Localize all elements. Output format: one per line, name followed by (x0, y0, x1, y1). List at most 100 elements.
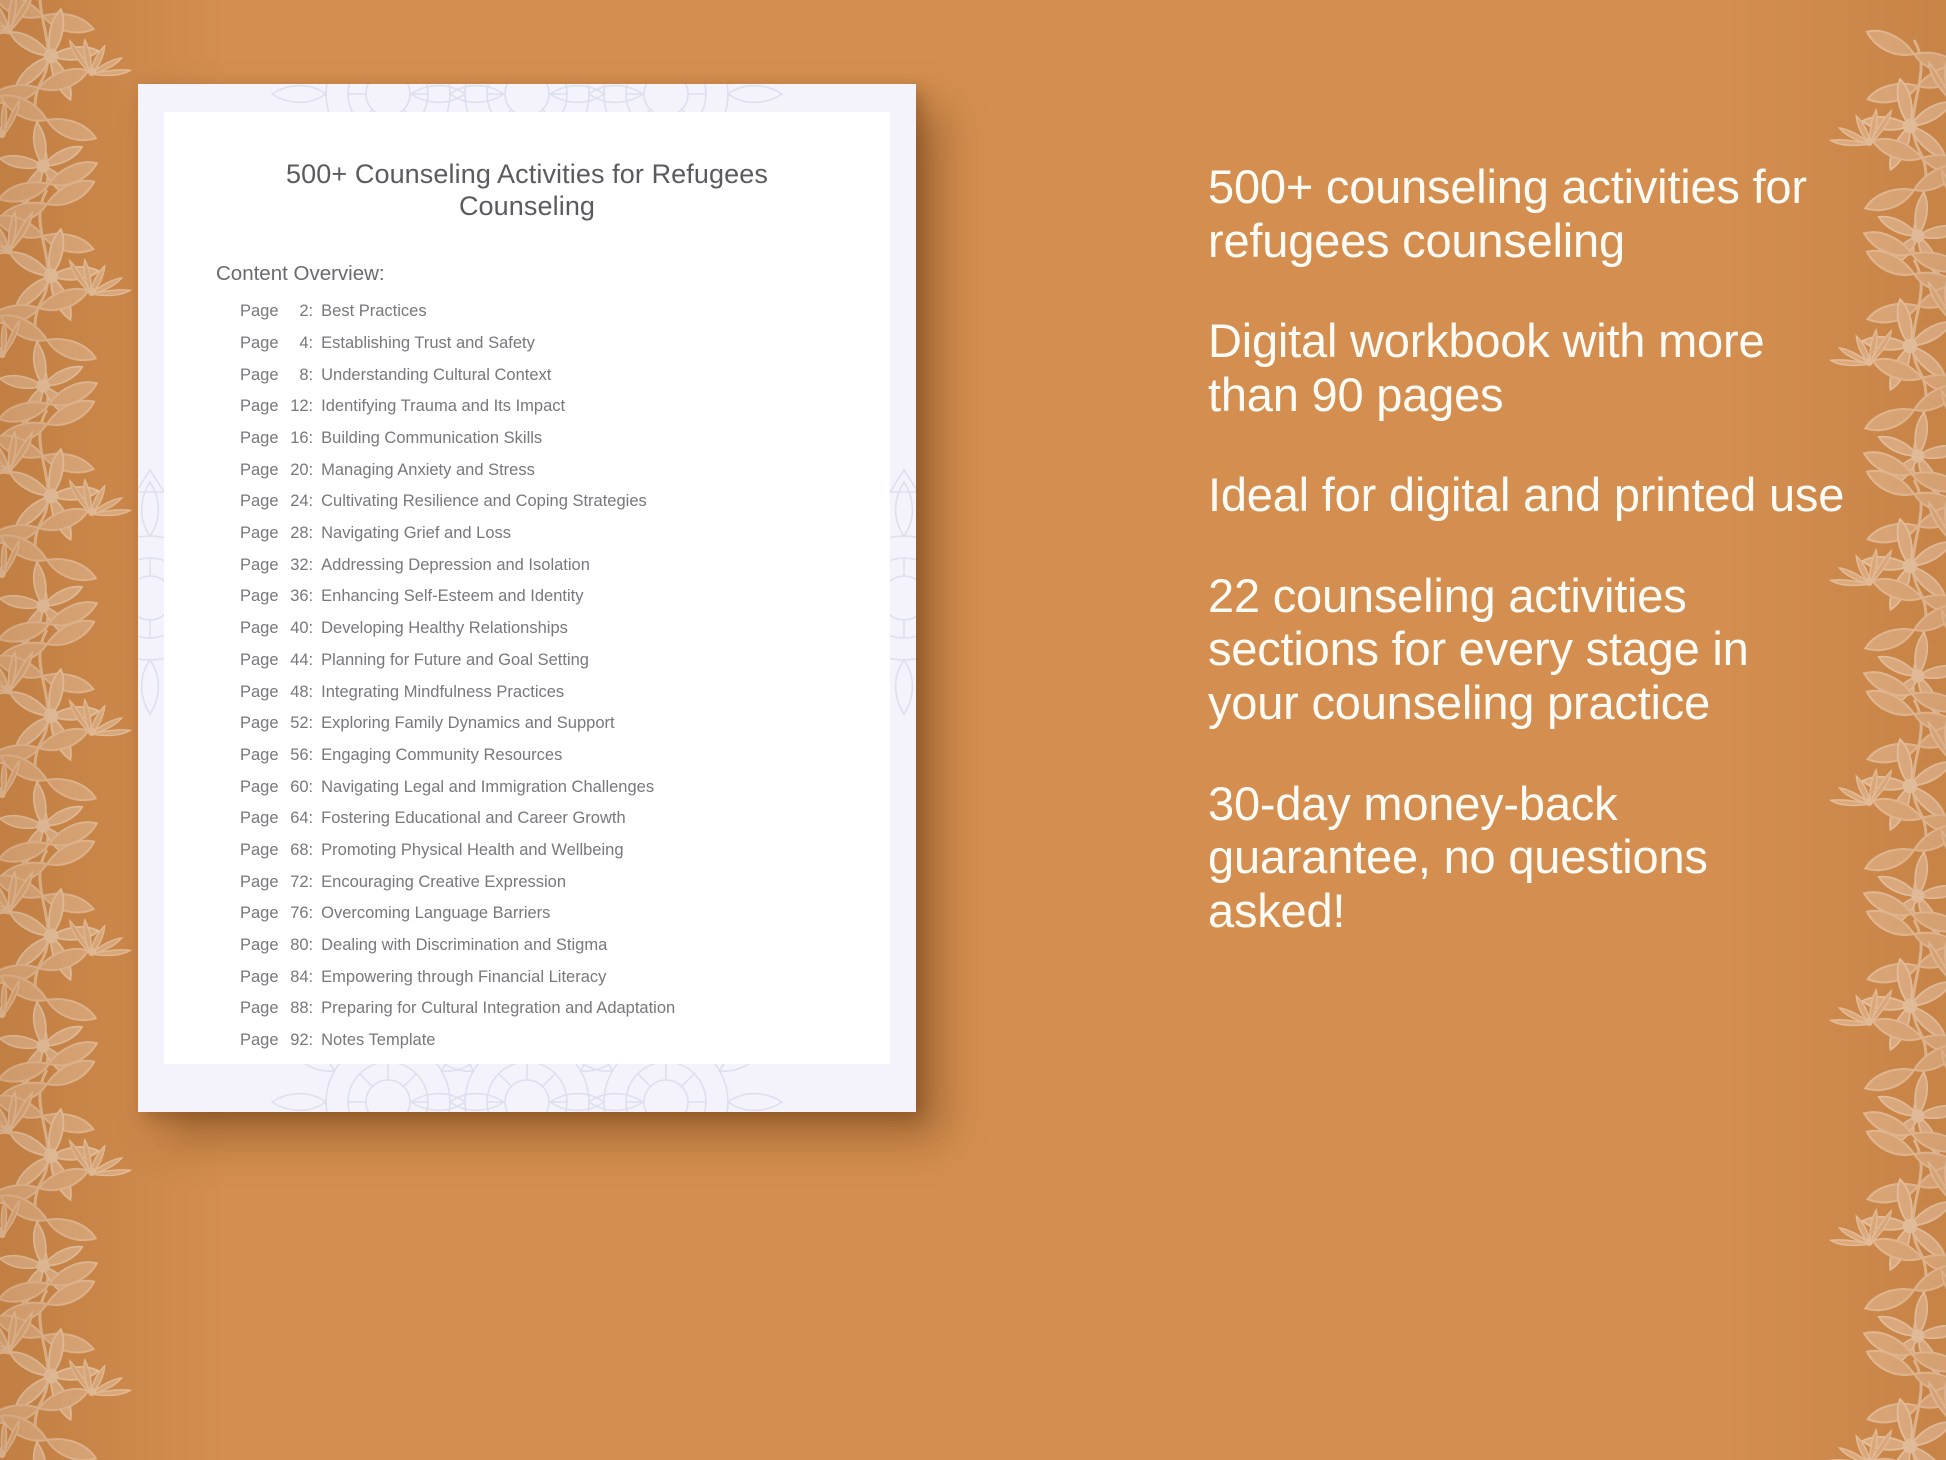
toc-page-number: 4 (299, 333, 309, 352)
toc-colon: : (308, 650, 314, 669)
toc-colon: : (308, 840, 314, 859)
toc-section-title: Enhancing Self-Esteem and Identity (321, 587, 584, 606)
toc-page-label: Page (240, 904, 279, 923)
toc-page-label: Page (240, 587, 279, 606)
toc-page-number: 44 (290, 650, 309, 669)
toc-section-title: Identifying Trauma and Its Impact (321, 397, 566, 416)
toc-row[interactable]: Page 60: Navigating Legal and Immigration … (240, 779, 890, 811)
toc-row[interactable]: Page 24: Cultivating Resilience and Coping… (240, 493, 890, 525)
toc-page-number: 48 (290, 682, 309, 701)
page-title: 500+ Counseling Activities for Refugees … (286, 159, 768, 222)
toc-page-number: 64 (290, 809, 309, 828)
toc-page-label: Page (240, 936, 279, 954)
toc-row[interactable]: Page 56: Engaging Community Resources (240, 747, 890, 779)
toc-colon: : (308, 777, 314, 796)
toc-row[interactable]: Page 84: Empowering through Financial Lite… (240, 969, 890, 1001)
toc-page-label: Page (240, 429, 279, 447)
toc-section-title: Encouraging Creative Expression (321, 872, 567, 891)
toc-section-title: Integrating Mindfulness Practices (321, 682, 565, 701)
toc-section-title: Managing Anxiety and Stress (321, 460, 535, 479)
toc-colon: : (308, 587, 314, 606)
toc-page-label: Page (240, 460, 279, 479)
toc-page-number: 8 (299, 365, 309, 384)
toc-section-title: Best Practices (321, 302, 427, 321)
promo-block: 30-day money-back guarantee, no question… (1208, 776, 1708, 937)
toc-colon: : (308, 999, 314, 1018)
toc-row[interactable]: Page 76: Overcoming Language Barriers (240, 905, 890, 937)
toc-colon: : (308, 302, 314, 321)
toc-section-title: Navigating Grief and Loss (321, 524, 511, 543)
toc-colon: : (308, 333, 314, 352)
toc-page-label: Page (240, 872, 279, 891)
toc-row[interactable]: Page 8: Understanding Cultural Context (240, 367, 890, 399)
toc-colon: : (308, 397, 314, 416)
promo-block: 500+ counseling activities for refugees … (1208, 160, 1807, 267)
toc-section-title: Empowering through Financial Literacy (321, 967, 607, 986)
toc-row[interactable]: Page 32: Addressing Depression and Isolati… (240, 557, 890, 589)
toc-page-label: Page (240, 650, 279, 669)
toc-page-label: Page (240, 555, 279, 574)
toc-page-label: Page (240, 302, 279, 321)
toc-row[interactable]: Page 16: Building Communication Skills (240, 430, 890, 462)
toc-section-title: Fostering Educational and Career Growth (321, 809, 626, 828)
toc-page-number: 68 (290, 840, 309, 859)
toc-page-label: Page (240, 619, 279, 638)
toc-colon: : (308, 619, 314, 638)
toc-section-title: Preparing for Cultural Integration and A… (321, 999, 676, 1018)
toc-colon: : (308, 1031, 314, 1050)
promo-block: 22 counseling activities sections for ev… (1208, 568, 1749, 730)
toc-page-number: 52 (290, 714, 309, 733)
toc-page-number: 12 (290, 397, 309, 416)
toc-page-label: Page (240, 365, 279, 384)
toc-row[interactable]: Page 36: Enhancing Self-Esteem and Identit… (240, 588, 890, 620)
toc-section-title: Engaging Community Resources (321, 745, 563, 764)
toc-row[interactable]: Page 64: Fostering Educational and Career … (240, 810, 890, 842)
document-preview-card[interactable]: 500+ Counseling Activities for Refugees … (138, 84, 916, 1112)
toc-page-number: 24 (290, 492, 309, 511)
toc-page-label: Page (240, 777, 279, 796)
toc-row[interactable]: Page 44: Planning for Future and Goal Sett… (240, 652, 890, 684)
promo-block: Digital workbook with more than 90 pages (1208, 314, 1765, 421)
toc-page-label: Page (240, 809, 279, 828)
toc-row[interactable]: Page 80: Dealing with Discrimination and S… (240, 937, 890, 969)
document-page: 500+ Counseling Activities for Refugees … (164, 112, 890, 1064)
toc-page-number: 80 (290, 936, 309, 954)
toc-page-number: 92 (290, 1031, 309, 1050)
toc-page-label: Page (240, 1031, 279, 1050)
toc-row[interactable]: Page 52: Exploring Family Dynamics and Sup… (240, 715, 890, 747)
toc-page-label: Page (240, 397, 279, 416)
toc-colon: : (308, 714, 314, 733)
toc-row[interactable]: Page 2: Best Practices (240, 303, 890, 335)
toc-colon: : (308, 429, 314, 447)
toc-page-label: Page (240, 333, 279, 352)
toc-row[interactable]: Page 72: Encouraging Creative Expression (240, 874, 890, 906)
toc-page-number: 84 (290, 967, 309, 986)
toc-row[interactable]: Page 12: Identifying Trauma and Its Impact (240, 398, 890, 430)
toc-colon: : (308, 809, 314, 828)
toc-row[interactable]: Page 4: Establishing Trust and Safety (240, 335, 890, 367)
toc-section-title: Promoting Physical Health and Wellbeing (321, 840, 624, 859)
toc-section-title: Notes Template (321, 1031, 436, 1050)
toc-colon: : (308, 524, 314, 543)
toc-section-title: Building Communication Skills (321, 429, 543, 447)
toc-page-number: 72 (290, 872, 309, 891)
toc-row[interactable]: Page 28: Navigating Grief and Loss (240, 525, 890, 557)
toc-row[interactable]: Page 68: Promoting Physical Health and Wel… (240, 842, 890, 874)
toc-colon: : (308, 936, 314, 954)
toc-section-title: Cultivating Resilience and Coping Strate… (321, 492, 647, 511)
toc-section-title: Exploring Family Dynamics and Support (321, 714, 615, 733)
toc-colon: : (308, 555, 314, 574)
toc-colon: : (308, 492, 314, 511)
toc-page-label: Page (240, 967, 279, 986)
toc-row[interactable]: Page 20: Managing Anxiety and Stress (240, 462, 890, 494)
toc-row[interactable]: Page 48: Integrating Mindfulness Practices (240, 682, 890, 716)
toc-section-title: Understanding Cultural Context (321, 365, 552, 384)
content-overview-heading: Content Overview: (216, 262, 385, 286)
toc-section-title: Developing Healthy Relationships (321, 619, 568, 638)
toc-row[interactable]: Page 88: Preparing for Cultural Integratio… (240, 1000, 890, 1032)
toc-section-title: Planning for Future and Goal Setting (321, 650, 589, 669)
toc-row[interactable]: Page 40: Developing Healthy Relationships (240, 620, 890, 652)
toc-page-number: 60 (290, 777, 309, 796)
toc-row[interactable]: Page 92: Notes Template (240, 1032, 890, 1064)
toc-page-label: Page (240, 745, 279, 764)
